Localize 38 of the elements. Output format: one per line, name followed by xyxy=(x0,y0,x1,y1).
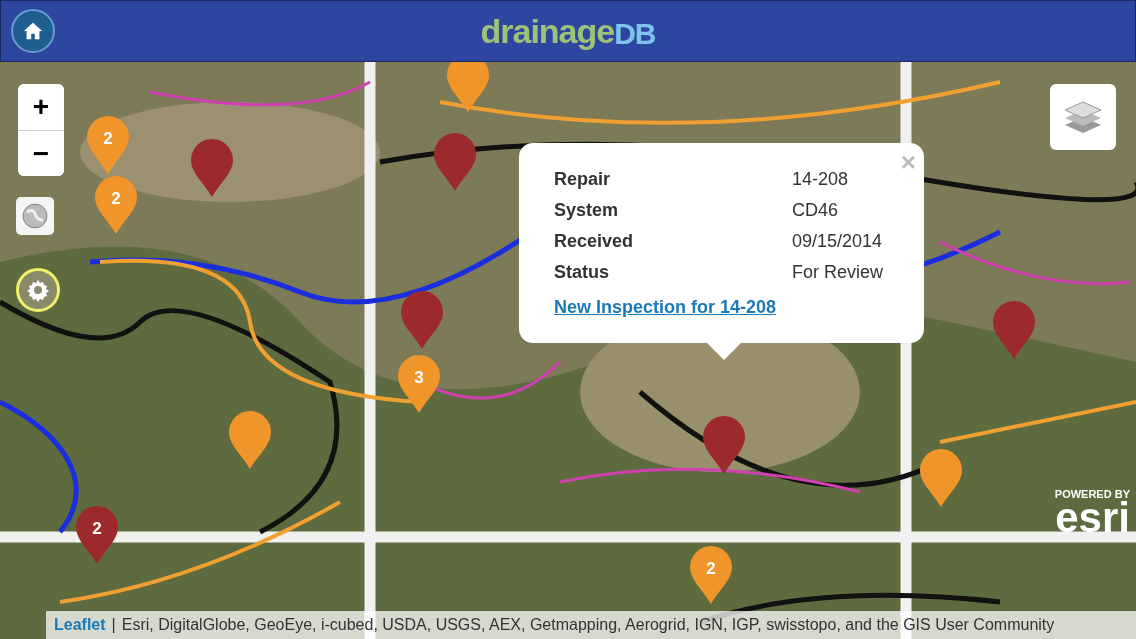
map-marker[interactable] xyxy=(433,133,477,191)
home-icon xyxy=(22,20,44,42)
field-value: CD46 xyxy=(792,200,840,222)
field-label: Repair xyxy=(554,169,612,191)
cluster-marker[interactable]: 2 xyxy=(94,176,138,234)
zoom-out-button[interactable]: − xyxy=(18,130,64,176)
field-value: 09/15/2014 xyxy=(792,231,884,253)
globe-icon xyxy=(21,202,49,230)
field-value: 14-208 xyxy=(792,169,850,191)
cluster-marker[interactable]: 2 xyxy=(86,116,130,174)
leaflet-link[interactable]: Leaflet xyxy=(54,616,106,634)
brand-logo: esri xyxy=(1055,500,1130,536)
cluster-marker[interactable]: 2 xyxy=(689,546,733,604)
attribution-text: Esri, DigitalGlobe, GeoEye, i-cubed, USDA, USGS, AEX, Getmapping, Aerogrid, IGN, IGP, swisstopo, and the GIS User Community xyxy=(121,616,1055,634)
logo-text: drainage xyxy=(480,11,615,51)
map-marker[interactable] xyxy=(702,416,746,474)
cluster-marker[interactable]: 2 xyxy=(75,506,119,564)
powered-by-text: POWERED BY xyxy=(1054,488,1130,500)
cluster-marker[interactable]: 3 xyxy=(397,355,441,413)
map-marker[interactable] xyxy=(919,449,963,507)
close-button[interactable]: × xyxy=(900,147,916,178)
map-marker[interactable] xyxy=(400,291,444,349)
field-label: Status xyxy=(554,262,610,284)
home-button[interactable] xyxy=(11,9,55,53)
field-label: Received xyxy=(554,231,635,253)
layers-icon xyxy=(1063,99,1103,135)
layers-button[interactable] xyxy=(1050,84,1116,150)
settings-icon xyxy=(26,278,50,302)
map-marker[interactable] xyxy=(992,301,1036,359)
logo-accent-text: DB xyxy=(614,16,656,51)
map-marker[interactable] xyxy=(190,139,234,197)
field-label: System xyxy=(554,200,620,222)
basemap-button[interactable] xyxy=(16,197,54,235)
inspection-link[interactable]: New Inspection for 14-208 xyxy=(554,297,777,318)
separator: | xyxy=(111,616,116,634)
map-marker[interactable] xyxy=(446,62,490,112)
map-marker[interactable] xyxy=(228,411,272,469)
field-value: For Review xyxy=(792,262,885,284)
